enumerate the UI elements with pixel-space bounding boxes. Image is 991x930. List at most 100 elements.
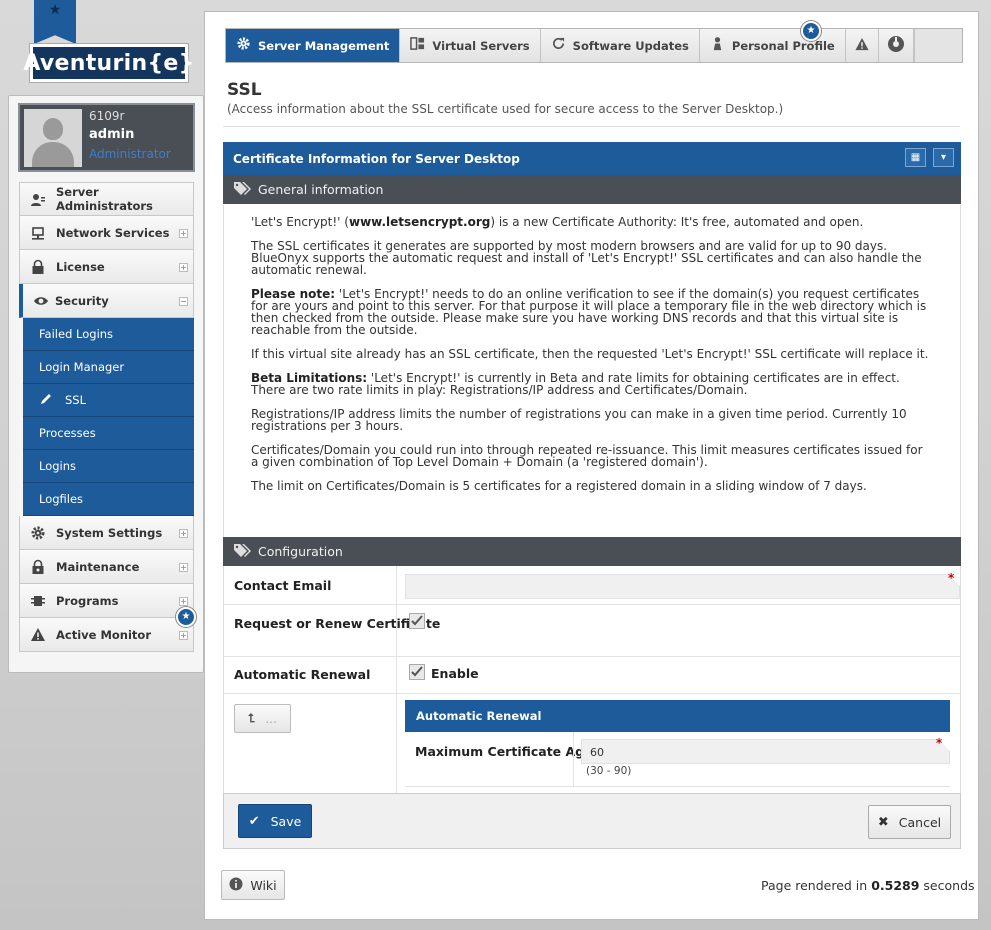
wiki-button[interactable]: Wiki xyxy=(221,870,285,900)
check-icon: ✔ xyxy=(248,813,260,829)
sidebar-subitem-logins[interactable]: Logins xyxy=(23,450,194,483)
maintenance-lock-icon xyxy=(30,559,46,575)
eye-icon xyxy=(33,293,49,309)
sidebar-subitem-ssl[interactable]: SSL xyxy=(23,384,194,417)
top-navigation: Server Management Virtual Servers Softwa… xyxy=(225,28,963,63)
power-icon xyxy=(887,35,905,56)
tags-icon xyxy=(233,542,251,562)
back-button-label: ... xyxy=(265,711,277,726)
tab-virtual-servers[interactable]: Virtual Servers xyxy=(400,29,541,62)
info-paragraph: The limit on Certificates/Domain is 5 ce… xyxy=(251,479,867,493)
user-role-link[interactable]: Administrator xyxy=(89,147,171,161)
section-title: General information xyxy=(258,182,384,197)
back-button[interactable]: ⮤ ... xyxy=(234,704,291,733)
topnav-filler xyxy=(913,29,962,62)
tab-software-updates[interactable]: Software Updates xyxy=(541,29,700,62)
info-paragraph: Certificates/Domain you could run into t… xyxy=(251,443,923,469)
close-icon: ✖ xyxy=(877,814,889,830)
grid-view-icon[interactable]: ▦ xyxy=(905,148,926,167)
tab-server-management[interactable]: Server Management xyxy=(226,29,401,62)
back-arrow-icon: ⮤ xyxy=(248,711,256,725)
contact-email-row: Contact Email * xyxy=(223,566,961,605)
lock-icon xyxy=(30,259,46,275)
request-renew-checkbox[interactable] xyxy=(409,613,425,633)
sidebar-subitem-processes[interactable]: Processes xyxy=(23,417,194,450)
max-age-input[interactable]: 60 xyxy=(581,739,950,764)
render-time: Page rendered in 0.5289 seconds xyxy=(761,878,975,893)
tab-active-monitor[interactable] xyxy=(846,29,879,62)
person-icon xyxy=(710,36,725,55)
tags-icon xyxy=(233,180,251,200)
sidebar-item-server-administrators[interactable]: Server Administrators xyxy=(19,182,194,216)
sidebar-item-license[interactable]: License + xyxy=(19,250,194,284)
panel-title: Certificate Information for Server Deskt… xyxy=(233,151,520,166)
cancel-button[interactable]: ✖ Cancel xyxy=(868,805,951,839)
info-icon xyxy=(229,877,243,894)
bookmark-ribbon: ★ xyxy=(34,0,76,44)
sidebar-item-maintenance[interactable]: Maintenance + xyxy=(19,550,194,584)
panel-header: Certificate Information for Server Deskt… xyxy=(223,142,961,175)
section-title: Configuration xyxy=(258,544,343,559)
sidebar-item-network-services[interactable]: Network Services + xyxy=(19,216,194,250)
general-info-header[interactable]: General information xyxy=(223,175,961,204)
title-divider xyxy=(223,126,960,127)
sidebar-item-label: Programs xyxy=(56,593,119,608)
expand-icon[interactable]: + xyxy=(179,263,188,272)
sidebar-item-active-monitor[interactable]: Active Monitor + xyxy=(19,618,194,652)
monitor-star-badge-icon: ★ xyxy=(176,607,196,627)
refresh-icon xyxy=(551,36,566,55)
request-renew-row: Request or Renew Certificate xyxy=(223,605,961,657)
tab-logout[interactable] xyxy=(879,29,914,62)
sidebar-item-label: System Settings xyxy=(56,525,163,540)
general-info-text: 'Let's Encrypt!' (www.letsencrypt.org) i… xyxy=(223,205,961,537)
page-subtitle: (Access information about the SSL certif… xyxy=(227,102,784,116)
sidebar-item-label: Server Administrators xyxy=(56,185,153,213)
expand-icon[interactable]: + xyxy=(179,631,188,640)
required-marker: * xyxy=(936,736,943,750)
expand-icon[interactable]: + xyxy=(179,563,188,572)
auto-renewal-checkbox[interactable] xyxy=(409,664,425,684)
contact-email-label: Contact Email xyxy=(234,578,332,593)
form-actions-bar: ✔ Save ✖ Cancel xyxy=(223,793,961,849)
save-button-label: Save xyxy=(270,813,302,829)
sidebar-subitem-failed-logins[interactable]: Failed Logins xyxy=(23,318,194,351)
programs-icon xyxy=(30,593,46,609)
sidebar-item-label: Maintenance xyxy=(56,559,140,574)
gear-icon xyxy=(236,36,251,55)
info-paragraph: If this virtual site already has an SSL … xyxy=(251,347,929,361)
sidebar-subitem-logfiles[interactable]: Logfiles xyxy=(23,483,194,516)
expand-icon[interactable]: + xyxy=(179,529,188,538)
brand-logo[interactable]: Aventurin{e} xyxy=(23,44,194,82)
info-paragraph: 'Let's Encrypt!' (www.letsencrypt.org) i… xyxy=(251,215,864,229)
sidebar-item-security[interactable]: Security − xyxy=(19,284,194,318)
sidebar-item-programs[interactable]: Programs + xyxy=(19,584,194,618)
tab-label: Personal Profile xyxy=(731,38,835,53)
sidebar-item-system-settings[interactable]: System Settings + xyxy=(19,516,194,550)
network-icon xyxy=(30,225,46,241)
info-paragraph: Please note: 'Let's Encrypt!' needs to d… xyxy=(251,287,927,337)
admin-users-icon xyxy=(30,192,46,208)
expand-icon[interactable]: + xyxy=(179,597,188,606)
info-paragraph: Registrations/IP address limits the numb… xyxy=(251,407,907,433)
sidebar-item-label: Security xyxy=(55,293,109,308)
max-age-range: (30 - 90) xyxy=(586,765,632,777)
auto-renewal-label: Automatic Renewal xyxy=(234,667,371,682)
warning-icon xyxy=(30,627,46,643)
logo-area: ★ Aventurin{e} xyxy=(23,0,194,90)
collapse-icon[interactable]: − xyxy=(179,297,188,306)
auto-renewal-enable-label[interactable]: Enable xyxy=(431,666,479,681)
configuration-header[interactable]: Configuration xyxy=(223,537,961,566)
info-paragraph: The SSL certificates it generates are su… xyxy=(251,239,922,277)
max-age-row: Maximum Certificate Age 60 * (30 - 90) xyxy=(405,732,950,787)
sidebar-subitem-label: SSL xyxy=(65,393,87,407)
topnav-star-badge-icon: ★ xyxy=(801,21,821,41)
auto-renewal-subpanel-header: Automatic Renewal xyxy=(405,700,950,732)
expand-icon[interactable]: + xyxy=(179,229,188,238)
tab-personal-profile[interactable]: Personal Profile xyxy=(700,29,846,62)
max-age-label: Maximum Certificate Age xyxy=(415,744,593,759)
sidebar-menu: Server Administrators Network Services +… xyxy=(19,182,194,652)
contact-email-input[interactable] xyxy=(405,574,960,599)
save-button[interactable]: ✔ Save xyxy=(238,804,312,838)
chevron-down-icon[interactable]: ▾ xyxy=(933,148,954,167)
sidebar-subitem-login-manager[interactable]: Login Manager xyxy=(23,351,194,384)
